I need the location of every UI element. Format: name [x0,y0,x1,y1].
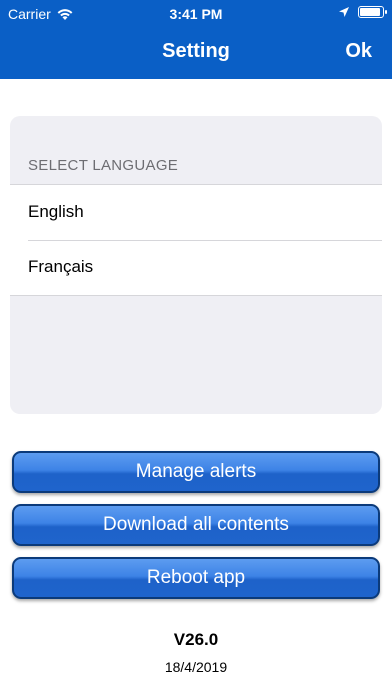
language-list: English Français [10,184,382,296]
language-option-english[interactable]: English [10,185,382,240]
navigation-bar: Setting Ok [0,28,392,79]
language-option-label: Français [28,257,94,276]
top-bar: Carrier 3:41 PM Setting Ok [0,0,392,79]
language-option-francais[interactable]: Français [10,240,382,295]
reboot-app-button[interactable]: Reboot app [12,557,380,599]
language-option-label: English [28,202,84,221]
language-card: SELECT LANGUAGE English Français [10,116,382,414]
ok-button[interactable]: Ok [345,40,372,63]
battery-icon [358,6,387,18]
manage-alerts-button[interactable]: Manage alerts [12,451,380,493]
location-arrow-icon [339,7,349,17]
section-header-label: SELECT LANGUAGE [28,157,179,174]
page-title: Setting [162,40,230,62]
status-bar: Carrier 3:41 PM [0,0,392,28]
download-all-contents-button[interactable]: Download all contents [12,504,380,546]
status-time: 3:41 PM [169,6,223,22]
settings-screen: Carrier 3:41 PM Setting Ok SELECT LANGUA… [0,0,392,696]
version-date: 18/4/2019 [164,659,228,675]
battery-level [360,8,380,16]
app-version: V26.0 [173,630,219,649]
status-indicators [338,6,387,18]
language-section-header: SELECT LANGUAGE [10,116,382,184]
